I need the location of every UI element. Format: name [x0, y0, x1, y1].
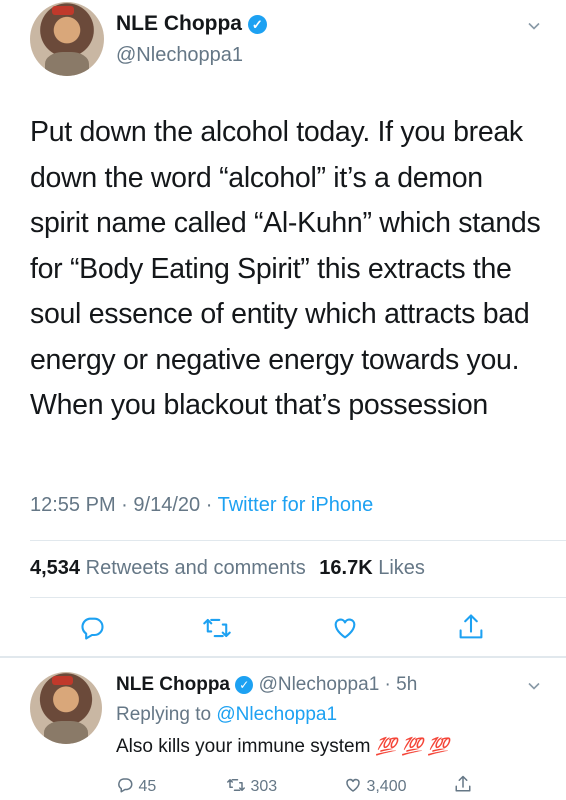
likes-label: Likes — [378, 557, 425, 579]
reply-header: NLE Choppa ✓ @Nlechoppa1 · 5h — [116, 674, 417, 696]
reply-avatar[interactable] — [30, 672, 102, 744]
verified-icon: ✓ — [235, 675, 254, 694]
reply-icon — [118, 778, 133, 793]
tweet-stats: 4,534 Retweets and comments 16.7K Likes — [30, 557, 425, 580]
reply-replies-action[interactable]: 45 — [116, 776, 156, 796]
like-count: 3,400 — [366, 778, 407, 795]
tweet-meta: 12:55 PM · 9/14/20 · Twitter for iPhone — [30, 494, 373, 517]
replying-to-handle[interactable]: @Nlechoppa1 — [216, 704, 337, 725]
reply-share-action[interactable] — [454, 774, 472, 799]
author-handle[interactable]: @Nlechoppa1 — [116, 44, 243, 67]
meta-separator: · — [205, 494, 213, 516]
verified-icon: ✓ — [247, 14, 267, 34]
reply-retweets-action[interactable]: 303 — [226, 776, 277, 796]
retweet-count: 303 — [250, 778, 278, 795]
replying-to-label: Replying to — [116, 704, 212, 725]
tweet-text: Put down the alcohol today. If you break… — [30, 116, 541, 421]
like-icon[interactable] — [331, 614, 359, 642]
likes-count: 16.7K — [319, 557, 373, 579]
likes-stat[interactable]: 16.7K Likes — [319, 557, 425, 579]
retweets-stat[interactable]: 4,534 Retweets and comments — [30, 557, 311, 579]
divider — [0, 656, 566, 658]
meta-separator: · — [121, 494, 128, 516]
chevron-down-icon[interactable] — [528, 20, 540, 32]
tweet-date: 9/14/20 — [133, 494, 201, 516]
retweets-label: Retweets and comments — [85, 557, 306, 579]
reply-author-name[interactable]: NLE Choppa — [116, 674, 230, 695]
share-icon — [455, 775, 471, 792]
retweet-icon[interactable] — [202, 614, 232, 642]
author-avatar[interactable] — [30, 2, 104, 76]
retweets-count: 4,534 — [30, 557, 81, 579]
chevron-down-icon[interactable] — [528, 680, 540, 692]
reply-likes-action[interactable]: 3,400 — [344, 776, 407, 796]
reply-age: · 5h — [384, 674, 418, 695]
tweet-time: 12:55 PM — [30, 494, 116, 516]
reply-count: 45 — [138, 778, 157, 795]
like-icon — [346, 778, 360, 792]
replying-to: Replying to @Nlechoppa1 — [116, 704, 337, 726]
reply-icon[interactable] — [78, 614, 106, 642]
tweet-source-link[interactable]: Twitter for iPhone — [218, 494, 374, 516]
divider — [30, 597, 566, 598]
author-name-row[interactable]: NLE Choppa ✓ — [116, 12, 267, 36]
author-name: NLE Choppa — [116, 12, 242, 35]
divider — [30, 540, 566, 541]
reply-text: Also kills your immune system — [116, 736, 371, 757]
reply-text-row: Also kills your immune system 💯 💯 💯 — [116, 736, 449, 758]
share-icon[interactable] — [457, 612, 485, 642]
hundred-emoji: 💯 💯 💯 — [375, 737, 449, 756]
reply-author-handle[interactable]: @Nlechoppa1 — [259, 674, 380, 695]
retweet-icon — [227, 779, 245, 791]
